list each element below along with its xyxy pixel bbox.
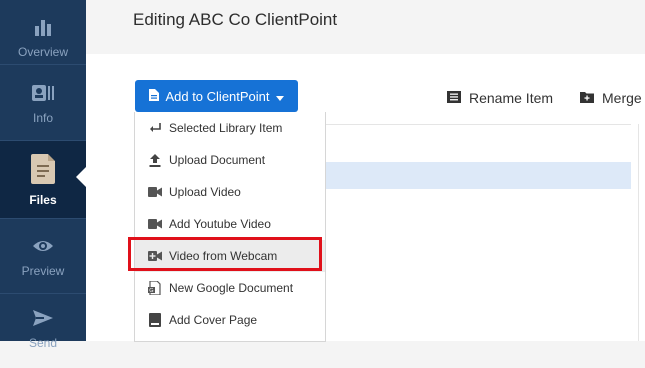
sidebar-item-files[interactable]: Files: [0, 141, 86, 218]
page-title: Editing ABC Co ClientPoint: [133, 10, 338, 29]
menu-item-label: Video from Webcam: [169, 249, 278, 263]
file-icon: [31, 153, 55, 185]
add-dropdown-menu: Selected Library Item Upload Document Up…: [134, 112, 326, 342]
sidebar-item-label: Info: [32, 111, 53, 125]
sidebar-item-send[interactable]: Send: [0, 294, 86, 368]
paper-plane-icon: [31, 306, 55, 330]
rename-label: Rename Item: [469, 90, 554, 106]
folder-plus-icon: [580, 90, 594, 106]
menu-item-upload-video[interactable]: Upload Video: [135, 176, 325, 208]
menu-item-video-from-webcam[interactable]: Video from Webcam: [135, 240, 325, 272]
id-card-icon: [31, 81, 55, 105]
upload-icon: [148, 153, 162, 167]
sidebar-item-overview[interactable]: Overview: [0, 0, 86, 74]
menu-item-label: Upload Video: [169, 185, 241, 199]
selected-file-row[interactable]: [324, 162, 631, 189]
video-camera-icon: [148, 185, 162, 199]
file-panel-border: [324, 124, 631, 125]
menu-item-label: New Google Document: [169, 281, 294, 295]
menu-item-add-youtube-video[interactable]: Add Youtube Video: [135, 208, 325, 240]
return-arrow-icon: [148, 121, 162, 135]
merge-button[interactable]: Merge: [580, 90, 642, 106]
sidebar-item-label: Overview: [17, 45, 68, 59]
sidebar-item-label: Send: [28, 336, 58, 350]
menu-item-add-cover-page[interactable]: Add Cover Page: [135, 304, 325, 336]
sidebar-item-label: Preview: [21, 264, 65, 278]
book-icon: [148, 313, 162, 327]
sidebar-item-info[interactable]: Info: [0, 66, 86, 140]
page-header: Editing ABC Co ClientPoint: [86, 0, 645, 54]
divider: [0, 64, 86, 65]
rename-item-button[interactable]: Rename Item: [447, 90, 553, 106]
sidebar: Overview Info Files Preview Send: [0, 0, 86, 350]
menu-item-upload-document[interactable]: Upload Document: [135, 144, 325, 176]
file-icon: [149, 88, 160, 104]
merge-label: Merge: [602, 90, 642, 106]
file-panel-border: [638, 124, 639, 341]
google-doc-icon: G: [148, 281, 162, 295]
menu-item-label: Upload Document: [169, 153, 266, 167]
svg-text:G: G: [149, 288, 153, 294]
menu-item-new-google-document[interactable]: G New Google Document: [135, 272, 325, 304]
video-plus-icon: [148, 249, 162, 263]
sidebar-item-label: Files: [29, 192, 57, 207]
video-camera-icon: [148, 217, 162, 231]
active-indicator: [76, 167, 86, 187]
menu-item-label: Add Cover Page: [169, 313, 258, 327]
caret-down-icon: [275, 89, 284, 104]
bar-chart-icon: [31, 15, 55, 39]
sidebar-item-preview[interactable]: Preview: [0, 219, 86, 293]
eye-icon: [31, 234, 55, 258]
add-to-clientpoint-button[interactable]: Add to ClientPoint: [135, 80, 298, 112]
menu-item-label: Selected Library Item: [169, 121, 283, 135]
menu-item-label: Add Youtube Video: [169, 217, 271, 231]
menu-item-selected-library-item[interactable]: Selected Library Item: [135, 112, 325, 144]
list-icon: [447, 90, 461, 106]
add-button-label: Add to ClientPoint: [165, 88, 270, 104]
